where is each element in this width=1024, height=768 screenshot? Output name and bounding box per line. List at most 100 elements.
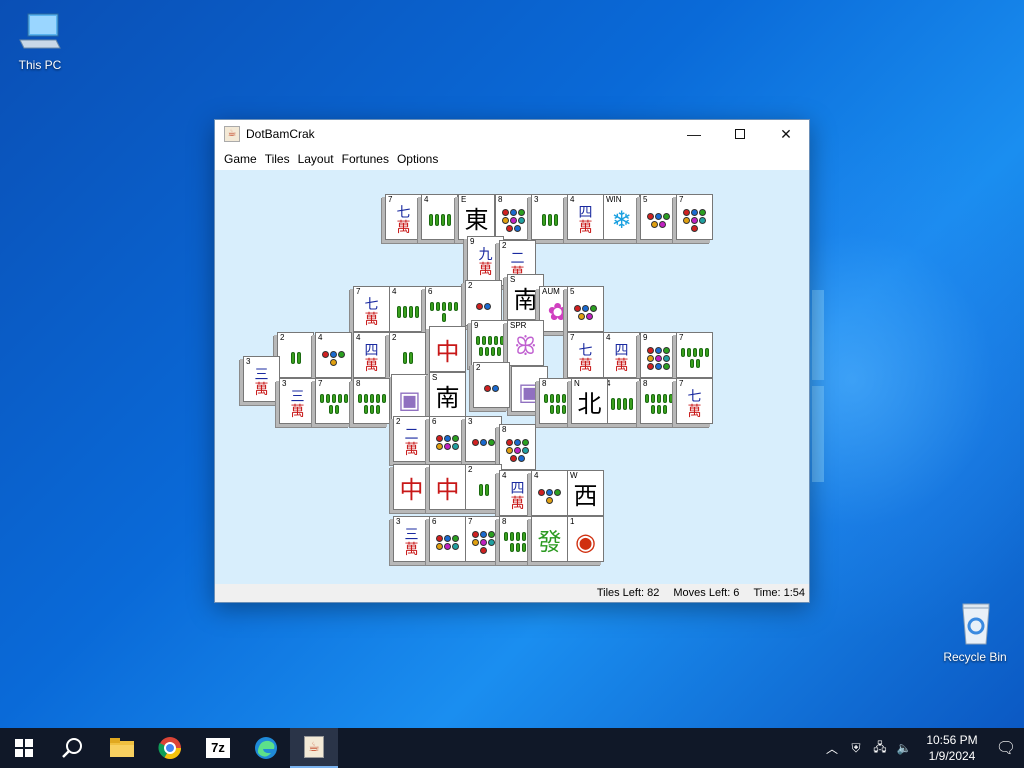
menu-game[interactable]: Game	[220, 152, 261, 166]
dot-mark	[452, 542, 459, 550]
tile-face: 三萬	[244, 363, 279, 401]
mahjong-tile[interactable]: 2二萬	[393, 416, 430, 462]
dot-mark	[322, 350, 329, 358]
bamboo-stick	[549, 394, 554, 403]
file-explorer-button[interactable]	[98, 728, 146, 768]
minimize-button[interactable]: —	[671, 120, 717, 148]
mahjong-tile[interactable]: 3三萬	[243, 356, 280, 402]
mahjong-tile[interactable]: 8	[499, 424, 536, 470]
tile-face: 四萬	[354, 339, 389, 377]
bamboo-stick	[689, 359, 694, 368]
title-bar[interactable]: ☕ DotBamCrak — ✕	[215, 120, 809, 148]
crak-number-char: 七	[364, 296, 379, 313]
dot-mark	[488, 530, 495, 538]
clock[interactable]: 10:56 PM 1/9/2024	[916, 732, 988, 764]
mahjong-tile[interactable]: 4	[315, 332, 352, 378]
recycle-bin-icon	[951, 602, 999, 646]
mahjong-tile[interactable]: 4	[603, 378, 640, 424]
mahjong-tile[interactable]: 7	[315, 378, 352, 424]
mahjong-tile[interactable]: 9	[471, 320, 508, 366]
mahjong-tile[interactable]: 6	[429, 416, 466, 462]
mahjong-tile[interactable]: 2	[473, 362, 510, 408]
show-hidden-icons-chevron-icon[interactable]: ︿	[820, 740, 844, 757]
edge-button[interactable]	[242, 728, 290, 768]
menu-fortunes[interactable]: Fortunes	[338, 152, 393, 166]
volume-muted-icon[interactable]: 🔈	[892, 741, 916, 755]
mahjong-tile[interactable]: 7七萬	[676, 378, 713, 424]
dot-mark	[488, 538, 495, 546]
mahjong-tile[interactable]: 2	[465, 464, 502, 510]
mahjong-tile[interactable]: ▣	[391, 374, 428, 420]
bamboo-stick	[493, 336, 498, 345]
mahjong-tile[interactable]: 中	[429, 326, 466, 372]
mahjong-tile[interactable]: 8	[353, 378, 390, 424]
menu-options[interactable]: Options	[393, 152, 442, 166]
mahjong-tile[interactable]: SPR ꕥ	[507, 320, 544, 366]
start-button[interactable]	[0, 728, 48, 768]
7zip-button[interactable]: 7z	[194, 728, 242, 768]
mahjong-tile[interactable]: 3三萬	[393, 516, 430, 562]
mahjong-tile[interactable]: 3	[531, 194, 568, 240]
tile-face: 七萬	[354, 293, 389, 331]
mahjong-tile[interactable]: 4	[389, 286, 426, 332]
security-warning-icon[interactable]: ⛨	[844, 741, 868, 756]
mahjong-tile[interactable]: 7七萬	[567, 332, 604, 378]
mahjong-tile[interactable]: 7七萬	[385, 194, 422, 240]
maximize-button[interactable]	[717, 120, 763, 148]
mahjong-tile[interactable]: 發	[531, 516, 568, 562]
mahjong-tile[interactable]: 8	[495, 194, 532, 240]
mahjong-tile[interactable]: 7	[676, 194, 713, 240]
honor-tile-symbol: ❄	[611, 206, 632, 234]
bamboo-stick	[547, 214, 552, 226]
mahjong-tile[interactable]: WIN ❄	[603, 194, 640, 240]
menu-layout[interactable]: Layout	[294, 152, 338, 166]
recycle-bin-desktop-icon[interactable]: Recycle Bin	[935, 602, 1015, 664]
mahjong-tile[interactable]: N北	[571, 378, 608, 424]
tile-face: 四萬	[568, 201, 603, 239]
mahjong-tile[interactable]: 中	[393, 464, 430, 510]
chrome-button[interactable]	[146, 728, 194, 768]
mahjong-tile[interactable]: 4四萬	[353, 332, 390, 378]
mahjong-tile[interactable]: 6	[429, 516, 466, 562]
mahjong-tile[interactable]: 5	[567, 286, 604, 332]
crak-symbol-char: 萬	[510, 495, 525, 512]
mahjong-tile[interactable]: 7	[465, 516, 502, 562]
mahjong-tile[interactable]: 7七萬	[353, 286, 390, 332]
tile-face: ▣	[392, 381, 427, 419]
mahjong-tile[interactable]: 1 ◉	[567, 516, 604, 562]
bamboo-stick	[481, 336, 486, 345]
java-taskbar-button[interactable]: ☕	[290, 728, 338, 768]
mahjong-tile[interactable]: 8	[640, 378, 677, 424]
dot-mark	[578, 312, 585, 320]
mahjong-tile[interactable]: 5	[640, 194, 677, 240]
notifications-icon[interactable]: 🗨	[988, 738, 1024, 758]
network-icon[interactable]: 🖧	[868, 738, 892, 759]
bamboo-stick	[363, 405, 368, 414]
dot-mark	[663, 212, 670, 220]
bamboo-stick	[509, 532, 514, 541]
mahjong-tile[interactable]: 4四萬	[603, 332, 640, 378]
mahjong-tile[interactable]: 9	[640, 332, 677, 378]
mahjong-tile[interactable]: 2	[277, 332, 314, 378]
close-button[interactable]: ✕	[763, 120, 809, 148]
mahjong-tile[interactable]: 4	[421, 194, 458, 240]
mahjong-tile[interactable]: E東	[458, 194, 495, 240]
mahjong-tile[interactable]: 3	[465, 416, 502, 462]
honor-tile-symbol: 中	[435, 338, 460, 366]
bamboo-stick	[296, 352, 301, 364]
search-button[interactable]	[48, 728, 96, 768]
mahjong-tile[interactable]: W西	[567, 470, 604, 516]
mahjong-tile[interactable]: S南	[429, 372, 466, 418]
mahjong-tile[interactable]: 3三萬	[279, 378, 316, 424]
crak-symbol-char: 萬	[290, 403, 305, 420]
mahjong-tile[interactable]: 7	[676, 332, 713, 378]
mahjong-tile[interactable]: 4四萬	[567, 194, 604, 240]
mahjong-tile[interactable]: 4	[531, 470, 568, 516]
dot-mark	[480, 546, 487, 554]
search-icon	[62, 738, 82, 758]
mahjong-tile[interactable]: 2	[389, 332, 426, 378]
mahjong-tile[interactable]: 中	[429, 464, 466, 510]
tile-face: 西	[568, 477, 603, 515]
menu-tiles[interactable]: Tiles	[261, 152, 294, 166]
this-pc-desktop-icon[interactable]: This PC	[0, 10, 80, 72]
